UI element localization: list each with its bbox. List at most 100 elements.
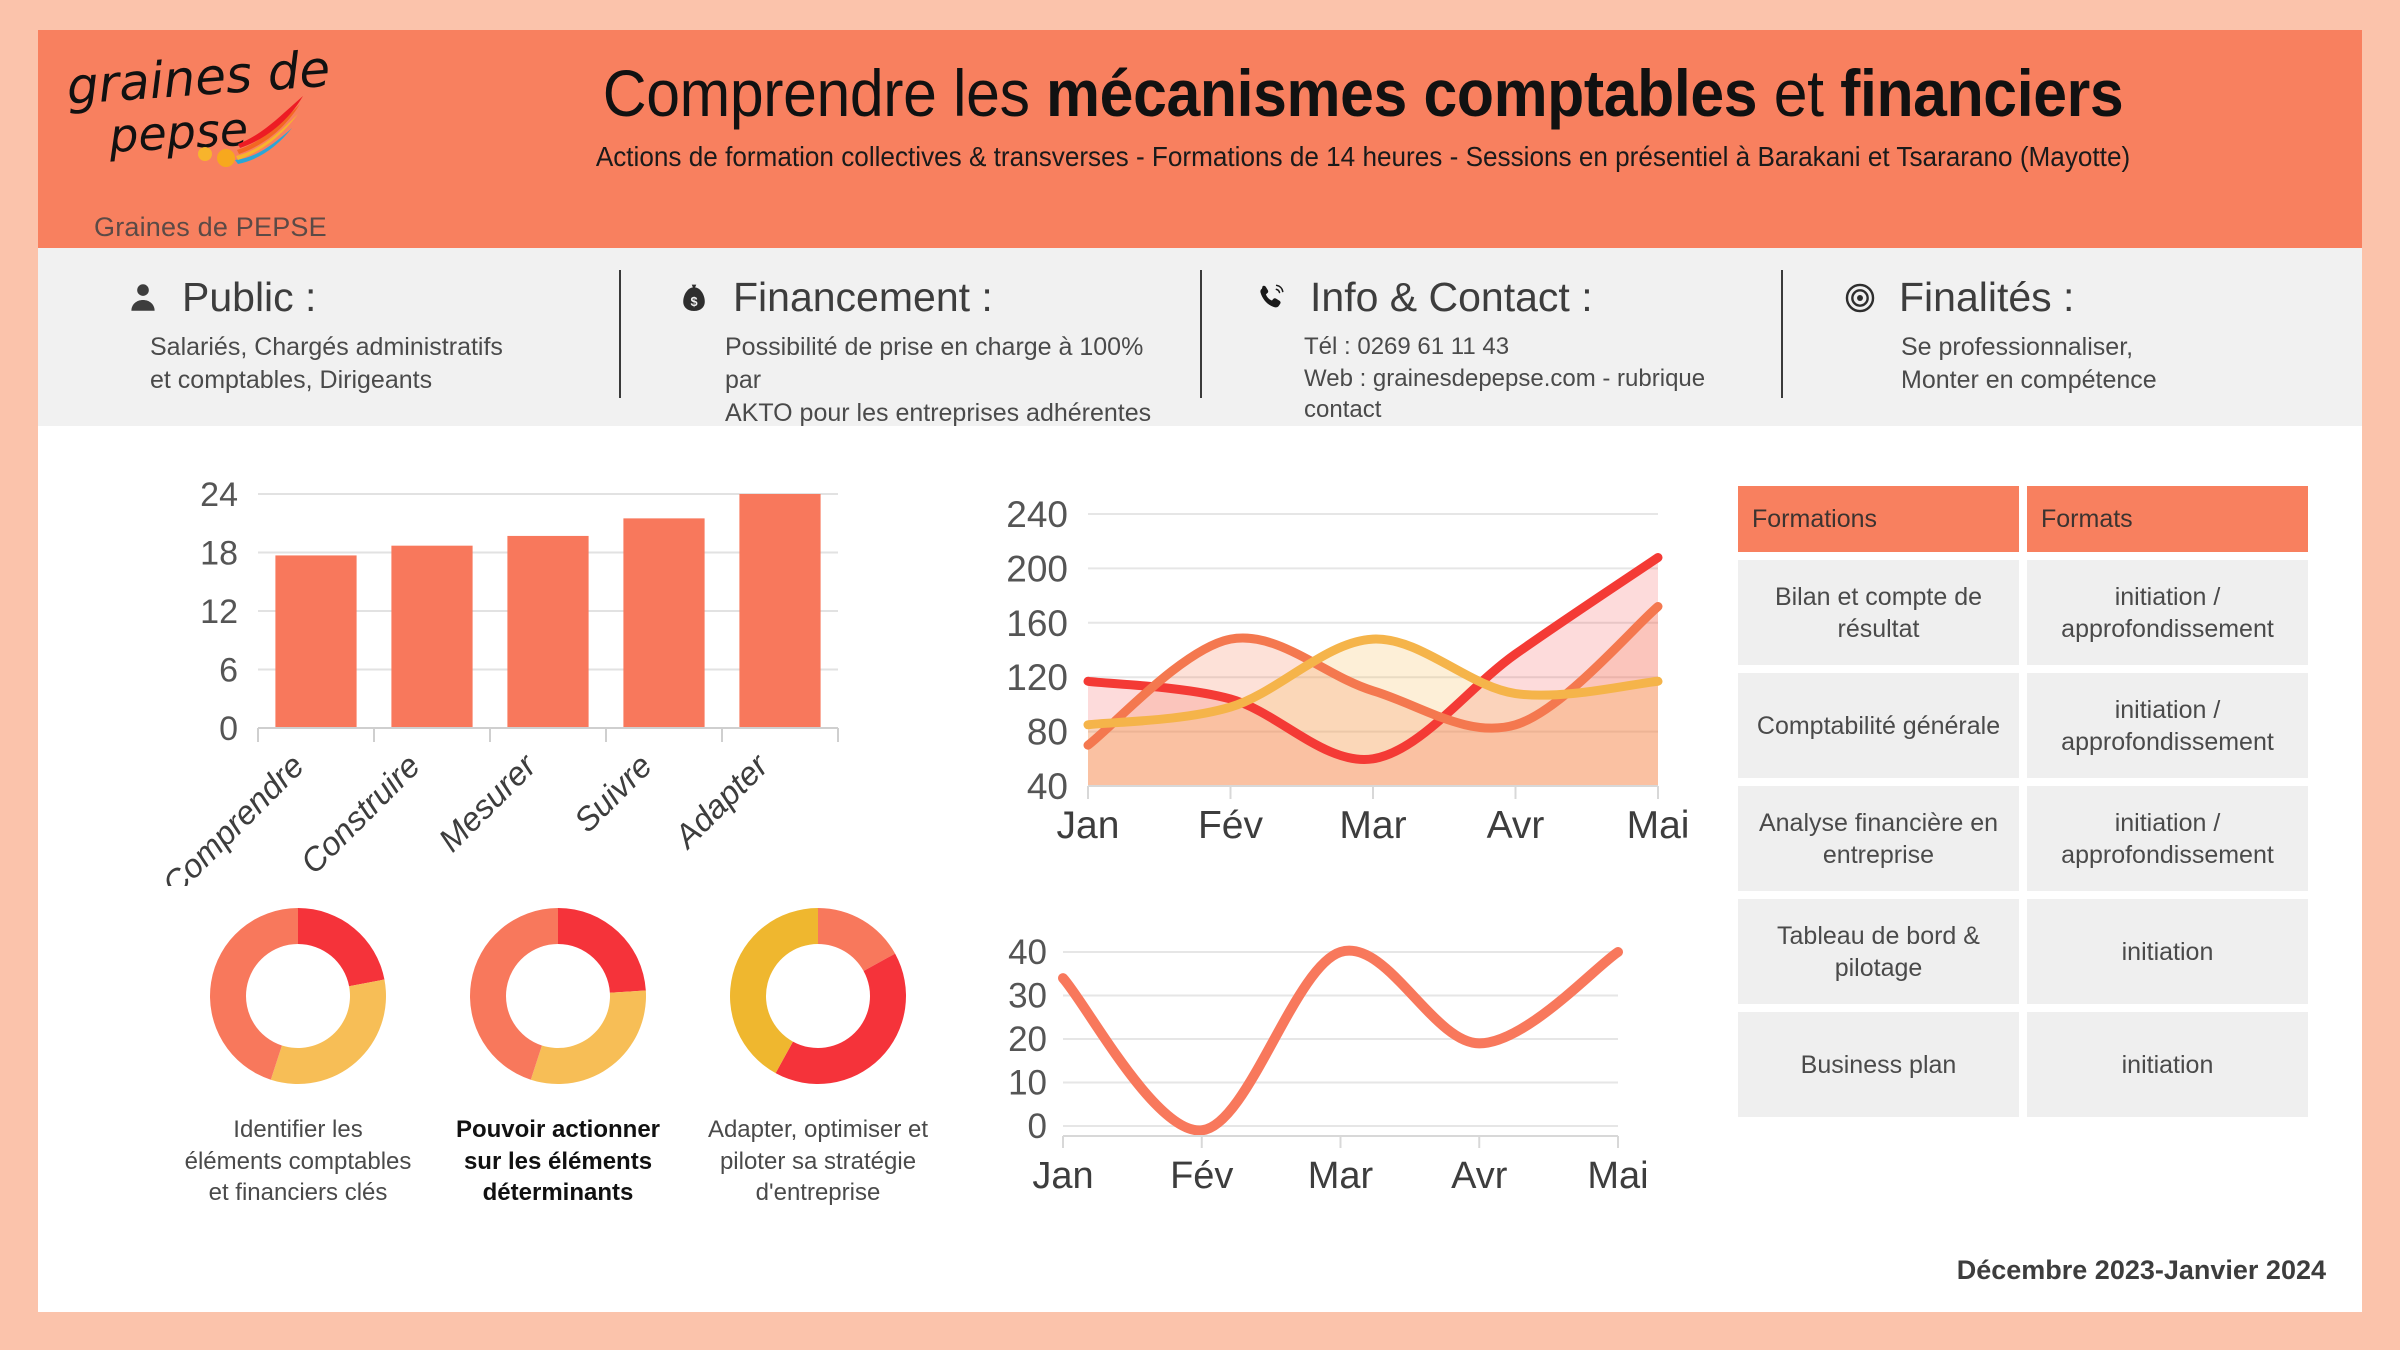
donut-identifier-label-line3: et financiers clés <box>208 1179 388 1207</box>
table-cell-format: initiation <box>2027 1012 2308 1117</box>
info-body-public-line1: Salariés, Chargés administratifs <box>150 333 503 361</box>
info-section-financement: $ Financement : Possibilité de prise en … <box>619 248 1200 427</box>
money-bag-icon: $ <box>683 284 705 311</box>
info-title-financement: Financement : <box>733 274 993 320</box>
info-header-finalites: Finalités : <box>1843 274 2340 321</box>
svg-text:6: 6 <box>219 652 238 690</box>
svg-text:40: 40 <box>1008 933 1047 972</box>
donut-group: Identifier les éléments comptables et fi… <box>168 896 948 1276</box>
info-body-public-line2: et comptables, Dirigeants <box>150 366 433 394</box>
competency-steps-bar-chart: 0 6 12 18 24 Comprendre Construire Mesurer Suivr… <box>148 466 908 886</box>
info-section-finalites: Finalités : Se professionnaliser, Monter… <box>1781 248 2362 426</box>
svg-text:Fév: Fév <box>1198 804 1264 847</box>
content-panel: 0 6 12 18 24 Comprendre Construire Mesurer Suivr… <box>38 426 2362 1312</box>
graines-de-pepse-logo-icon: graines de pepse <box>65 48 332 167</box>
table-row: Business plan initiation <box>1738 1012 2308 1117</box>
donut-adapter-label: Adapter, optimiser et piloter sa stratég… <box>693 1114 943 1209</box>
monthly-area-chart: 40 80 120 160 200 240 Jan Fév Mar Avr Mai <box>968 474 1688 894</box>
table-cell-format: initiation / approfondissement <box>2027 560 2308 665</box>
table-header-formats: Formats <box>2027 486 2308 552</box>
svg-text:Mar: Mar <box>1308 1155 1374 1197</box>
info-header-contact: Info & Contact : <box>1254 274 1759 321</box>
logo: graines de pepse <box>60 48 360 188</box>
title-segment-bold-1: mécanismes comptables <box>1046 56 1774 130</box>
donut-identifier: Identifier les éléments comptables et fi… <box>168 896 428 1276</box>
svg-text:12: 12 <box>200 593 238 631</box>
table-row: Bilan et compte de résultat initiation /… <box>1738 560 2308 665</box>
info-body-finalites: Se professionnaliser, Monter en compéten… <box>1901 331 2340 397</box>
info-body-finalites-line1: Se professionnaliser, <box>1901 333 2134 361</box>
table-cell-format: initiation <box>2027 899 2308 1004</box>
formations-table: Formations Formats Bilan et compte de ré… <box>1738 486 2308 1125</box>
donut-identifier-label: Identifier les éléments comptables et fi… <box>173 1114 423 1209</box>
svg-text:Avr: Avr <box>1487 804 1545 847</box>
svg-text:80: 80 <box>1027 712 1068 753</box>
svg-text:20: 20 <box>1008 1020 1047 1059</box>
brand-name: Graines de PEPSE <box>94 212 327 242</box>
title-segment-bold-2: financiers <box>1840 56 2124 130</box>
svg-text:Fév: Fév <box>1170 1155 1233 1197</box>
donut-actionner-label-line2: sur les éléments <box>463 1147 653 1175</box>
donut-adapter-label-line2: piloter sa stratégie <box>719 1147 917 1175</box>
svg-text:$: $ <box>690 293 697 308</box>
svg-text:Jan: Jan <box>1032 1155 1093 1197</box>
donut-actionner-label-line3: déterminants <box>482 1179 634 1207</box>
title-segment-3: et <box>1773 56 1841 130</box>
svg-text:Mai: Mai <box>1627 804 1688 847</box>
info-body-public: Salariés, Chargés administratifs et comp… <box>150 331 597 397</box>
svg-text:Mesurer: Mesurer <box>431 745 544 858</box>
info-title-public: Public : <box>182 274 317 320</box>
info-section-contact: Info & Contact : Tél : 0269 61 11 43 Web… <box>1200 248 1781 426</box>
info-body-contact-phone: Tél : 0269 61 11 43 <box>1304 333 1510 360</box>
table-header-formations: Formations <box>1738 486 2019 552</box>
svg-text:120: 120 <box>1006 657 1068 698</box>
header-banner: graines de pepse Graines de PEPSE Compre… <box>38 30 2362 248</box>
svg-text:30: 30 <box>1008 977 1047 1016</box>
donut-identifier-label-line2: éléments comptables <box>184 1147 412 1175</box>
info-header-financement: $ Financement : <box>677 274 1178 321</box>
info-body-financement-line1: Possibilité de prise en charge à 100% pa… <box>725 333 1144 394</box>
title-segment-1: Comprendre <box>602 56 954 130</box>
table-cell-format: initiation / approfondissement <box>2027 786 2308 891</box>
info-body-contact-web: Web : grainesdepepse.com - rubrique cont… <box>1304 364 1706 424</box>
donut-adapter: Adapter, optimiser et piloter sa stratég… <box>688 896 948 1276</box>
svg-text:0: 0 <box>219 710 238 748</box>
info-bar: Public : Salariés, Chargés administratif… <box>38 248 2362 427</box>
svg-text:Comprendre: Comprendre <box>155 747 311 886</box>
svg-text:24: 24 <box>200 476 238 514</box>
svg-text:10: 10 <box>1008 1064 1047 1103</box>
table-row: Tableau de bord & pilotage initiation <box>1738 899 2308 1004</box>
svg-text:Avr: Avr <box>1451 1155 1508 1197</box>
donut-adapter-label-line3: d'entreprise <box>755 1179 881 1207</box>
svg-text:18: 18 <box>200 535 238 573</box>
svg-text:240: 240 <box>1006 494 1068 535</box>
phone-icon <box>1260 284 1284 307</box>
page-subtitle: Actions de formation collectives & trans… <box>595 141 2131 173</box>
table-cell-formation: Analyse financière en entreprise <box>1738 786 2019 891</box>
table-header-row: Formations Formats <box>1738 486 2308 552</box>
svg-text:Jan: Jan <box>1057 804 1120 847</box>
svg-text:40: 40 <box>1027 766 1068 807</box>
monthly-line-chart: 0 10 20 30 40 Jan Fév Mar Avr Mai <box>968 926 1668 1246</box>
person-icon <box>131 283 155 311</box>
footer-date: Décembre 2023-Janvier 2024 <box>1956 1255 2326 1285</box>
info-section-public: Public : Salariés, Chargés administratif… <box>38 248 619 426</box>
title-segment-2: les <box>953 56 1047 130</box>
info-title-finalites: Finalités : <box>1899 274 2075 320</box>
table-row: Analyse financière en entreprise initiat… <box>1738 786 2308 891</box>
title-block: Comprendre les mécanismes comptables et … <box>368 56 2358 173</box>
table-cell-format: initiation / approfondissement <box>2027 673 2308 778</box>
svg-text:Adapter: Adapter <box>666 745 777 856</box>
poster: graines de pepse Graines de PEPSE Compre… <box>0 0 2400 1350</box>
svg-text:200: 200 <box>1006 548 1068 589</box>
info-header-public: Public : <box>126 274 597 321</box>
table-cell-formation: Comptabilité générale <box>1738 673 2019 778</box>
svg-text:160: 160 <box>1006 603 1068 644</box>
page-title: Comprendre les mécanismes comptables et … <box>448 56 2279 130</box>
svg-text:Suivre: Suivre <box>567 747 659 839</box>
table-row: Comptabilité générale initiation / appro… <box>1738 673 2308 778</box>
donut-identifier-label-line1: Identifier les <box>233 1116 363 1143</box>
donut-actionner: Pouvoir actionner sur les éléments déter… <box>428 896 688 1276</box>
table-cell-formation: Bilan et compte de résultat <box>1738 560 2019 665</box>
target-icon <box>1845 283 1875 312</box>
